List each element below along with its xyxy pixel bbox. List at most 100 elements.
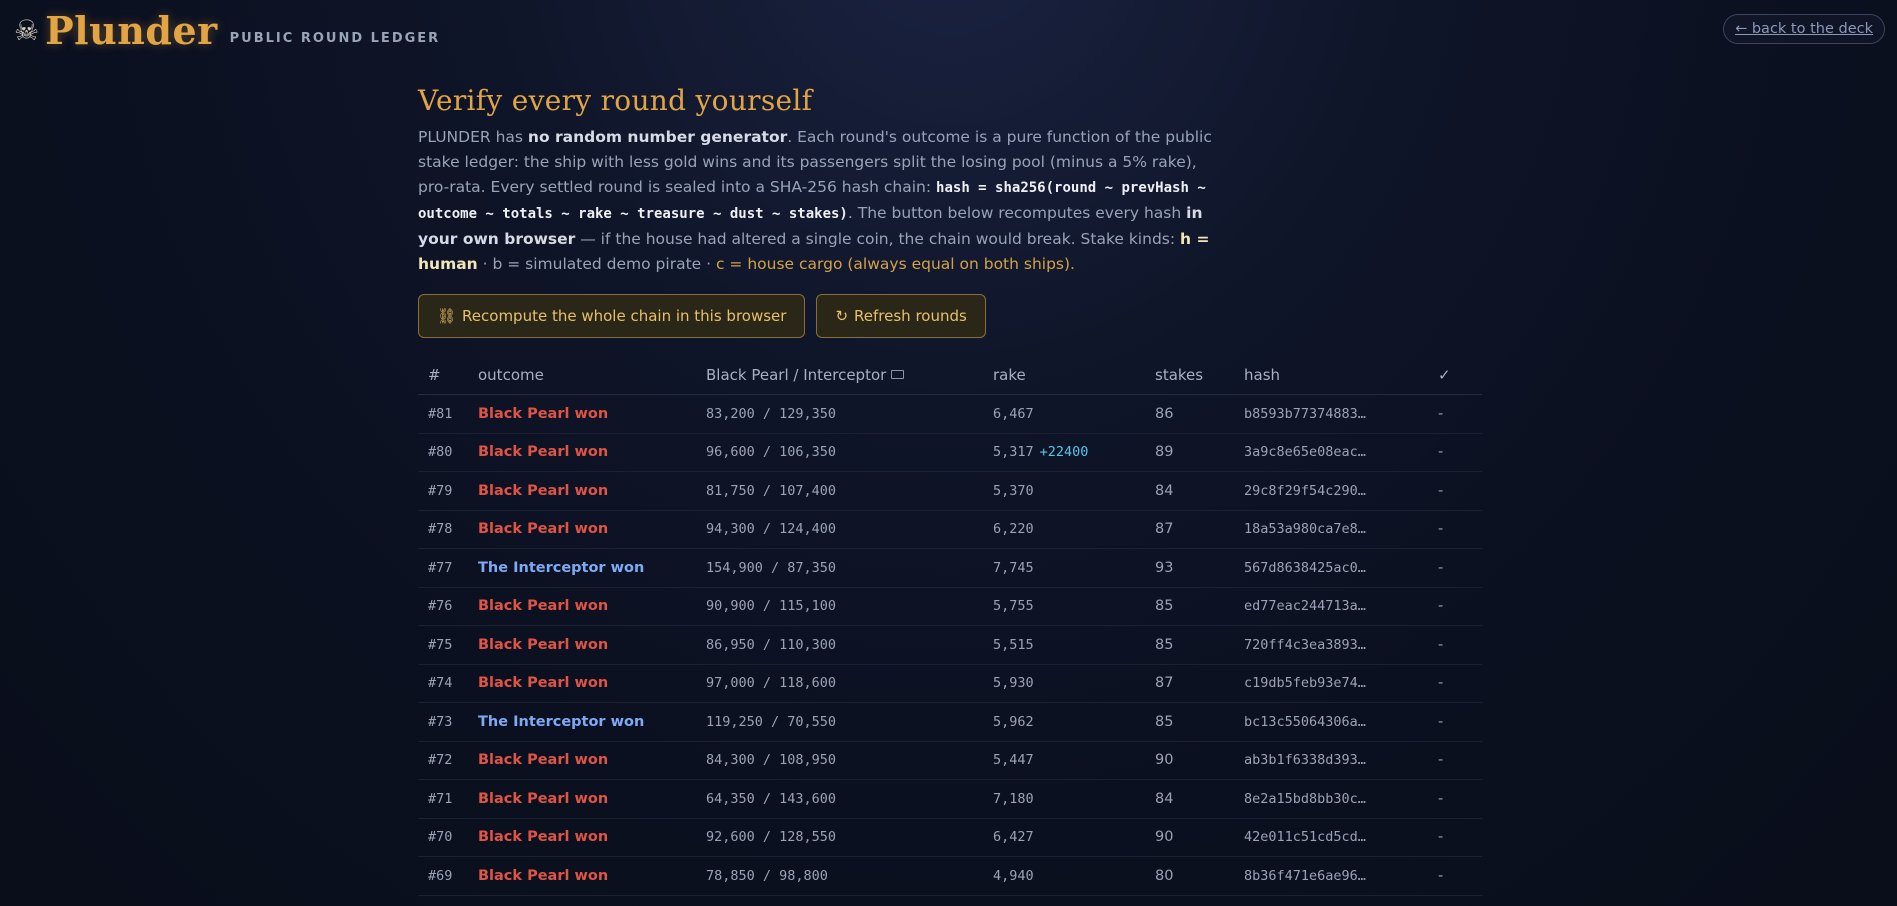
col-header-totals: Black Pearl / Interceptor <box>696 356 983 395</box>
verify-status: - <box>1438 444 1444 461</box>
stake-count: 85 <box>1155 598 1174 615</box>
verify-status: - <box>1438 482 1444 499</box>
round-hash-cell: 567d8638425ac0… <box>1234 548 1428 588</box>
ship-totals-cell: 94,300 / 124,400 <box>696 510 983 549</box>
intro-paragraph: PLUNDER has no random number generator . … <box>418 125 1218 277</box>
round-number: #80 <box>428 444 453 461</box>
round-rake-cell: 4,940 <box>983 856 1145 896</box>
round-rake-cell: 5,515 <box>983 625 1145 665</box>
round-number-cell: #77 <box>418 548 468 588</box>
round-number: #79 <box>428 482 453 499</box>
round-rake: 5,930 <box>993 675 1034 692</box>
table-row[interactable]: #78 Black Pearl won 94,300 / 124,400 6,220 8… <box>418 510 1482 549</box>
stake-count-cell: 84 <box>1145 471 1234 511</box>
round-hash: ed77eac244713a… <box>1244 598 1366 615</box>
table-row[interactable]: #71 Black Pearl won 64,350 / 143,600 7,180 8… <box>418 779 1482 819</box>
round-rake: 7,180 <box>993 790 1034 807</box>
round-outcome-cell: Black Pearl won <box>468 818 696 857</box>
round-number-cell: #74 <box>418 664 468 703</box>
ship-totals-cell: 96,600 / 106,350 <box>696 433 983 472</box>
round-outcome: Black Pearl won <box>478 636 609 653</box>
refresh-rounds-label: Refresh rounds <box>854 307 967 325</box>
verify-status-cell: - <box>1428 587 1482 626</box>
round-number: #77 <box>428 559 453 576</box>
stake-count: 84 <box>1155 482 1174 499</box>
intro-text-1: PLUNDER has <box>418 128 528 146</box>
ship-totals: 81,750 / 107,400 <box>706 482 837 499</box>
round-hash-cell: 42e011c51cd5cd… <box>1234 818 1428 857</box>
round-number-cell: #75 <box>418 625 468 665</box>
round-outcome: The Interceptor won <box>478 559 645 576</box>
round-number: #70 <box>428 829 453 846</box>
round-hash: 567d8638425ac0… <box>1244 559 1366 576</box>
verify-status-cell: - <box>1428 625 1482 665</box>
round-number-cell: #73 <box>418 702 468 742</box>
ship-totals-cell: 64,350 / 143,600 <box>696 779 983 819</box>
round-rake: 5,370 <box>993 482 1034 499</box>
col-header-num: # <box>418 356 468 395</box>
round-outcome: Black Pearl won <box>478 521 609 538</box>
col-header-totals-label: Black Pearl / Interceptor <box>706 366 887 384</box>
verify-status-cell: - <box>1428 433 1482 472</box>
round-rake-cell: 7,745 <box>983 548 1145 588</box>
round-hash-cell: ed77eac244713a… <box>1234 587 1428 626</box>
table-row[interactable]: #72 Black Pearl won 84,300 / 108,950 5,447 9… <box>418 741 1482 780</box>
ship-totals-cell: 86,950 / 110,300 <box>696 625 983 665</box>
round-rake: 6,427 <box>993 829 1034 846</box>
round-hash-cell: 3a9c8e65e08eac… <box>1234 433 1428 472</box>
verify-status: - <box>1438 675 1444 692</box>
verify-status: - <box>1438 598 1444 615</box>
table-row[interactable]: #76 Black Pearl won 90,900 / 115,100 5,755 8… <box>418 587 1482 626</box>
round-hash: 18a53a980ca7e8… <box>1244 521 1366 538</box>
verify-status: - <box>1438 829 1444 846</box>
treasure-bonus: +22400 <box>1039 444 1089 461</box>
round-outcome-cell: The Interceptor won <box>468 702 696 742</box>
ship-totals-cell: 92,600 / 128,550 <box>696 818 983 857</box>
recompute-chain-button[interactable]: ⛓ Recompute the whole chain in this brow… <box>418 294 806 338</box>
table-row[interactable]: #70 Black Pearl won 92,600 / 128,550 6,427 9… <box>418 818 1482 857</box>
table-row[interactable]: #73 The Interceptor won 119,250 / 70,550 5,… <box>418 702 1482 742</box>
round-rake-cell: 7,180 <box>983 779 1145 819</box>
rounds-table: # outcome Black Pearl / Interceptor rake… <box>418 356 1482 896</box>
stake-count: 87 <box>1155 521 1174 538</box>
chain-icon: ⛓ <box>437 307 457 325</box>
brand: ☠ Plunder PUBLIC ROUND LEDGER <box>14 8 440 53</box>
stake-count: 87 <box>1155 675 1174 692</box>
verify-status-cell: - <box>1428 471 1482 511</box>
table-row[interactable]: #80 Black Pearl won 96,600 / 106,350 5,317 +… <box>418 433 1482 472</box>
table-body: #81 Black Pearl won 83,200 / 129,350 6,467 8… <box>418 394 1482 896</box>
ship-totals-cell: 119,250 / 70,550 <box>696 702 983 742</box>
back-to-deck-link[interactable]: ← back to the deck <box>1723 14 1885 44</box>
table-row[interactable]: #75 Black Pearl won 86,950 / 110,300 5,515 8… <box>418 625 1482 665</box>
round-rake: 4,940 <box>993 867 1034 884</box>
round-hash: 29c8f29f54c290… <box>1244 482 1366 499</box>
intro-bold-no-rng: no random number generator <box>527 128 788 146</box>
stake-count: 85 <box>1155 636 1174 653</box>
table-row[interactable]: #77 The Interceptor won 154,900 / 87,350 7,… <box>418 548 1482 588</box>
ship-totals-cell: 78,850 / 98,800 <box>696 856 983 896</box>
table-row[interactable]: #74 Black Pearl won 97,000 / 118,600 5,930 8… <box>418 664 1482 703</box>
stake-count-cell: 86 <box>1145 394 1234 434</box>
table-row[interactable]: #69 Black Pearl won 78,850 / 98,800 4,940 80… <box>418 856 1482 896</box>
verify-status-cell: - <box>1428 664 1482 703</box>
table-row[interactable]: #79 Black Pearl won 81,750 / 107,400 5,370 8… <box>418 471 1482 511</box>
kind-bot: · b = simulated demo pirate · <box>477 255 716 273</box>
stake-count-cell: 90 <box>1145 818 1234 857</box>
round-number-cell: #69 <box>418 856 468 896</box>
round-outcome-cell: Black Pearl won <box>468 625 696 665</box>
round-rake: 6,220 <box>993 521 1034 538</box>
round-rake-cell: 5,317 +22400 <box>983 433 1145 472</box>
round-outcome: Black Pearl won <box>478 752 609 769</box>
ship-totals-cell: 90,900 / 115,100 <box>696 587 983 626</box>
stake-count: 93 <box>1155 559 1174 576</box>
round-hash-cell: 29c8f29f54c290… <box>1234 471 1428 511</box>
ship-totals: 84,300 / 108,950 <box>706 752 837 769</box>
ship-totals-cell: 81,750 / 107,400 <box>696 471 983 511</box>
table-row[interactable]: #81 Black Pearl won 83,200 / 129,350 6,467 8… <box>418 394 1482 434</box>
refresh-rounds-button[interactable]: ↻ Refresh rounds <box>816 294 986 338</box>
round-rake: 5,755 <box>993 598 1034 615</box>
verify-status: - <box>1438 752 1444 769</box>
round-rake: 5,447 <box>993 752 1034 769</box>
round-number-cell: #76 <box>418 587 468 626</box>
col-header-outcome: outcome <box>468 356 696 395</box>
